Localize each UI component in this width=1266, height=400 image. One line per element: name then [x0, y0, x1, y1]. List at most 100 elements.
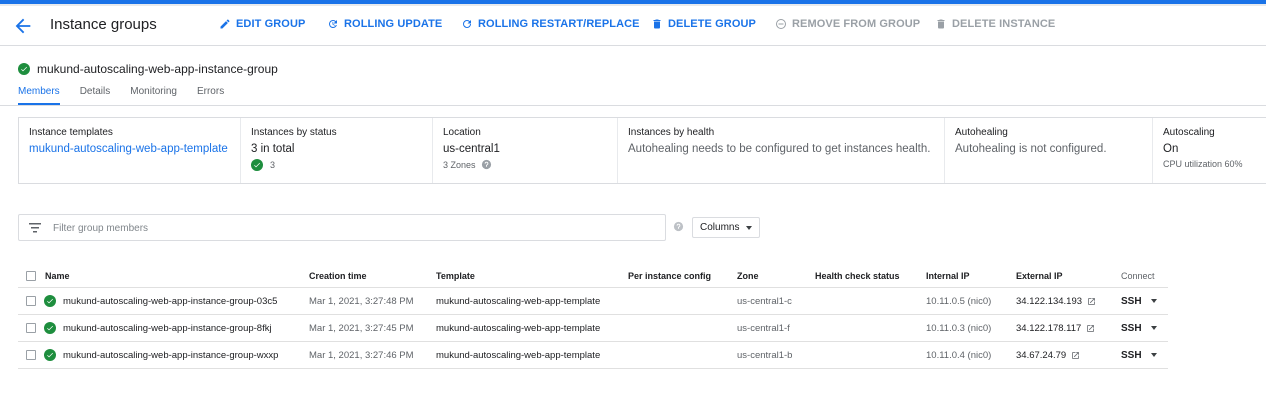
- ssh-button[interactable]: SSH: [1121, 315, 1142, 341]
- external-ip: 34.122.178.117: [1016, 322, 1082, 334]
- back-arrow-icon[interactable]: [12, 15, 34, 37]
- external-ip-cell: 34.67.24.79: [1016, 342, 1080, 368]
- external-ip: 34.122.134.193: [1016, 295, 1083, 307]
- external-link-icon[interactable]: [1071, 351, 1080, 360]
- summary-status: Instances by status 3 in total 3: [241, 118, 433, 183]
- trash-icon: [937, 19, 945, 29]
- external-ip: 34.67.24.79: [1016, 349, 1067, 361]
- page-header: Instance groups EDIT GROUP ROLLING UPDAT…: [0, 6, 1266, 46]
- col-config[interactable]: Per instance config: [628, 264, 711, 287]
- instance-name[interactable]: mukund-autoscaling-web-app-instance-grou…: [63, 315, 272, 341]
- select-all-cell: [26, 264, 36, 287]
- autohealing-message: Autohealing is not configured.: [955, 143, 1107, 155]
- table-row[interactable]: mukund-autoscaling-web-app-instance-grou…: [18, 342, 1168, 369]
- row-checkbox[interactable]: [26, 350, 36, 360]
- filter-icon: [29, 223, 41, 233]
- tab-bar: Members Details Monitoring Errors: [18, 86, 244, 105]
- edit-group-button[interactable]: EDIT GROUP: [219, 18, 305, 30]
- delete-instance-label: DELETE INSTANCE: [952, 18, 1056, 30]
- col-external-ip[interactable]: External IP: [1016, 264, 1063, 287]
- check-circle-icon: [44, 322, 56, 334]
- col-creation[interactable]: Creation time: [309, 264, 367, 287]
- external-link-icon[interactable]: [1086, 324, 1095, 333]
- row-status-cell: [44, 315, 56, 341]
- status-heading: Instances by status: [251, 127, 337, 138]
- template-name[interactable]: mukund-autoscaling-web-app-template: [436, 315, 600, 341]
- instance-name[interactable]: mukund-autoscaling-web-app-instance-grou…: [63, 342, 278, 368]
- delete-group-label: DELETE GROUP: [668, 18, 756, 30]
- columns-label: Columns: [700, 222, 740, 233]
- tab-details[interactable]: Details: [80, 86, 111, 105]
- delete-group-button[interactable]: DELETE GROUP: [651, 18, 756, 30]
- remove-circle-icon: [776, 19, 786, 29]
- table-row[interactable]: mukund-autoscaling-web-app-instance-grou…: [18, 315, 1168, 342]
- external-link-icon[interactable]: [1087, 297, 1096, 306]
- ssh-menu-cell: [1151, 342, 1157, 368]
- remove-from-group-label: REMOVE FROM GROUP: [792, 18, 921, 30]
- help-icon[interactable]: [481, 159, 492, 170]
- filter-box: [18, 214, 666, 241]
- row-checkbox[interactable]: [26, 296, 36, 306]
- template-link[interactable]: mukund-autoscaling-web-app-template: [29, 143, 230, 155]
- summary-health: Instances by health Autohealing needs to…: [618, 118, 945, 183]
- zone: us-central1-f: [737, 322, 790, 334]
- row-checkbox-cell: [26, 288, 36, 314]
- edit-group-label: EDIT GROUP: [236, 18, 306, 30]
- col-internal-ip[interactable]: Internal IP: [926, 264, 970, 287]
- health-message: Autohealing needs to be configured to ge…: [628, 143, 931, 155]
- rolling-restart-button[interactable]: ROLLING RESTART/REPLACE: [461, 18, 640, 30]
- creation-time: Mar 1, 2021, 3:27:46 PM: [309, 349, 414, 361]
- rolling-update-icon: [329, 20, 337, 28]
- autoscaling-state: On: [1163, 143, 1179, 155]
- chevron-down-icon[interactable]: [1151, 353, 1157, 357]
- check-circle-icon: [44, 349, 56, 361]
- health-heading: Instances by health: [628, 127, 715, 138]
- row-checkbox-cell: [26, 315, 36, 341]
- tab-divider: [0, 105, 1266, 106]
- chevron-down-icon[interactable]: [1151, 326, 1157, 330]
- template-name[interactable]: mukund-autoscaling-web-app-template: [436, 288, 600, 314]
- summary-card: Instance templates mukund-autoscaling-we…: [18, 117, 1266, 184]
- zone: us-central1-c: [737, 295, 792, 307]
- chevron-down-icon[interactable]: [1151, 299, 1157, 303]
- select-all-checkbox[interactable]: [26, 270, 36, 281]
- tab-monitoring[interactable]: Monitoring: [130, 86, 177, 105]
- filter-input[interactable]: [53, 220, 653, 236]
- delete-instance-button[interactable]: DELETE INSTANCE: [935, 18, 1055, 30]
- remove-from-group-button[interactable]: REMOVE FROM GROUP: [775, 18, 920, 30]
- tab-errors[interactable]: Errors: [197, 86, 224, 105]
- location-zones-row: 3 Zones: [443, 159, 607, 170]
- help-icon[interactable]: [673, 221, 684, 232]
- table-row[interactable]: mukund-autoscaling-web-app-instance-grou…: [18, 288, 1168, 315]
- col-name[interactable]: Name: [45, 264, 70, 287]
- tab-members[interactable]: Members: [18, 86, 60, 105]
- page-title: Instance groups: [50, 16, 157, 33]
- row-checkbox[interactable]: [26, 323, 36, 333]
- col-template[interactable]: Template: [436, 264, 475, 287]
- columns-button[interactable]: Columns: [692, 217, 760, 238]
- row-status-cell: [44, 342, 56, 368]
- location-zones: 3 Zones: [443, 159, 476, 170]
- templates-heading: Instance templates: [29, 127, 113, 138]
- status-total: 3 in total: [251, 143, 295, 155]
- col-health[interactable]: Health check status: [815, 264, 900, 287]
- row-status-cell: [44, 288, 56, 314]
- restart-icon: [463, 20, 471, 28]
- col-connect: Connect: [1121, 270, 1155, 281]
- status-ok-row: 3: [251, 159, 422, 171]
- internal-ip: 10.11.0.5 (nic0): [926, 295, 992, 307]
- trash-icon: [653, 19, 661, 29]
- ssh-button[interactable]: SSH: [1121, 288, 1142, 314]
- rolling-update-button[interactable]: ROLLING UPDATE: [327, 18, 442, 30]
- instance-name[interactable]: mukund-autoscaling-web-app-instance-grou…: [63, 288, 277, 314]
- group-title: mukund-autoscaling-web-app-instance-grou…: [18, 62, 278, 76]
- summary-location: Location us-central1 3 Zones: [433, 118, 618, 183]
- autoscaling-heading: Autoscaling: [1163, 127, 1215, 138]
- external-ip-cell: 34.122.178.117: [1016, 315, 1095, 341]
- col-zone[interactable]: Zone: [737, 264, 759, 287]
- ssh-button[interactable]: SSH: [1121, 342, 1142, 368]
- check-circle-icon: [251, 159, 263, 171]
- template-name[interactable]: mukund-autoscaling-web-app-template: [436, 342, 600, 368]
- group-name: mukund-autoscaling-web-app-instance-grou…: [37, 62, 278, 76]
- chevron-down-icon: [746, 225, 753, 230]
